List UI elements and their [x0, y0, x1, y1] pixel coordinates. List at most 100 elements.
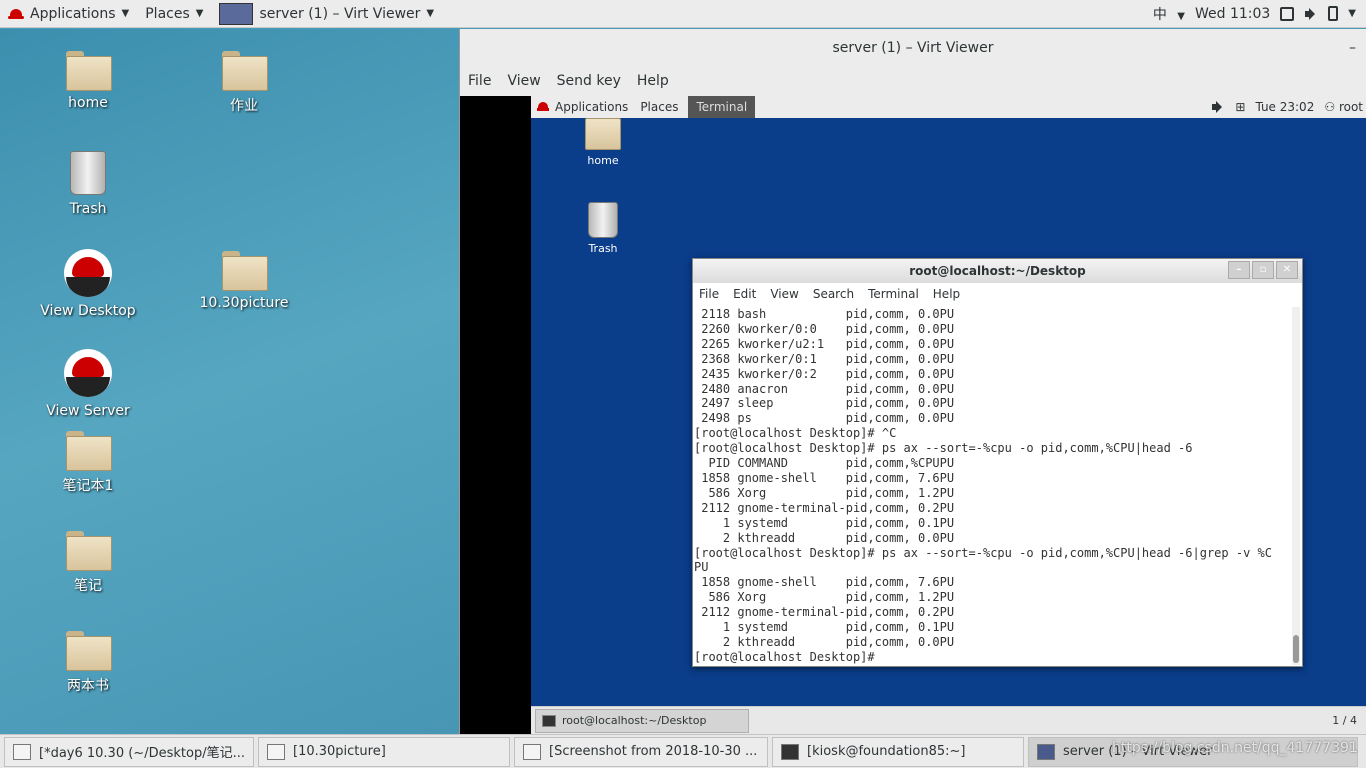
minimize-button[interactable]: – — [1349, 29, 1356, 67]
desktop-icon-notebook1[interactable]: 笔记本1 — [33, 431, 143, 495]
network-icon[interactable]: ⊞ — [1235, 100, 1245, 114]
desktop-icon-label: 笔记 — [74, 578, 102, 594]
volume-icon[interactable] — [1211, 100, 1225, 114]
desktop-icon-notes[interactable]: 笔记 — [33, 531, 143, 595]
guest-places-menu[interactable]: Places — [634, 100, 684, 114]
guest-bottom-panel: root@localhost:~/Desktop 1 / 4 — [531, 706, 1366, 734]
taskbar-item-label: [kiosk@foundation85:~] — [807, 744, 966, 759]
guest-applications-menu[interactable]: Applications — [531, 100, 634, 114]
desktop-icon-1030picture[interactable]: 10.30picture — [189, 251, 299, 311]
guest-taskbar-item-label: root@localhost:~/Desktop — [562, 714, 707, 727]
terminal-line: 2260 kworker/0:0 pid,comm, 0.0PU — [694, 321, 955, 336]
terminal-scrollbar[interactable] — [1292, 307, 1300, 665]
taskbar-item-gedit[interactable]: [*day6 10.30 (~/Desktop/笔记... — [4, 736, 254, 767]
redhat-logo-icon — [537, 101, 549, 113]
terminal-titlebar[interactable]: root@localhost:~/Desktop – ▫ ✕ — [693, 259, 1302, 283]
folder-icon — [222, 51, 268, 91]
chevron-down-icon: ▼ — [426, 8, 435, 19]
input-method-indicator[interactable]: 中 ▼ — [1153, 4, 1185, 24]
top-panel: Applications ▼ Places ▼ server (1) – Vir… — [0, 0, 1366, 28]
guest-clock[interactable]: Tue 23:02 — [1255, 100, 1314, 114]
menubar: File View Send key Help — [460, 67, 1366, 95]
terminal-menu-view[interactable]: View — [770, 287, 798, 301]
terminal-output[interactable]: 2118 bash pid,comm, 0.0PU 2260 kworker/0… — [693, 307, 1291, 667]
volume-icon[interactable] — [1304, 7, 1318, 21]
menu-file[interactable]: File — [468, 73, 491, 89]
guest-terminal-tab[interactable]: Terminal — [688, 96, 756, 118]
menu-send-key[interactable]: Send key — [557, 73, 621, 89]
trash-icon — [70, 151, 106, 195]
applications-label: Applications — [30, 5, 116, 22]
guest-places-label: Places — [640, 100, 679, 114]
guest-user-menu[interactable]: ⚇ root — [1324, 100, 1363, 114]
taskbar-item-label: [Screenshot from 2018-10-30 ... — [549, 744, 758, 759]
guest-icon-label: Trash — [588, 242, 618, 255]
home-folder-icon — [585, 118, 621, 150]
taskbar-item-label: [10.30picture] — [293, 744, 386, 759]
menu-help[interactable]: Help — [637, 73, 669, 89]
terminal-line: 2 kthreadd pid,comm, 0.0PU — [694, 634, 955, 649]
window-titlebar[interactable]: server (1) – Virt Viewer – — [460, 29, 1366, 67]
home-folder-icon — [66, 51, 112, 91]
desktop-icon-label: 两本书 — [67, 678, 109, 694]
terminal-line: [root@localhost Desktop]# ps ax --sort=-… — [694, 441, 1193, 456]
terminal-window[interactable]: root@localhost:~/Desktop – ▫ ✕ File Edit… — [692, 258, 1303, 667]
taskbar-item-screenshot[interactable]: [Screenshot from 2018-10-30 ... — [514, 736, 768, 767]
terminal-line: 1 systemd pid,comm, 0.1PU — [694, 515, 955, 530]
places-label: Places — [145, 5, 190, 22]
active-window-menu[interactable]: server (1) – Virt Viewer ▼ — [211, 0, 442, 28]
desktop-icon-label: home — [68, 95, 108, 111]
guest-workspace-pager[interactable]: 1 / 4 — [1332, 714, 1366, 727]
terminal-line: 2118 bash pid,comm, 0.0PU — [694, 307, 955, 321]
terminal-line: 586 Xorg pid,comm, 1.2PU — [694, 485, 955, 500]
desktop-icon-trash[interactable]: Trash — [33, 151, 143, 217]
system-menu-chevron-icon[interactable]: ▼ — [1348, 8, 1356, 19]
folder-icon — [267, 743, 285, 760]
taskbar-item-label: [*day6 10.30 (~/Desktop/笔记... — [39, 746, 245, 761]
terminal-menu-file[interactable]: File — [699, 287, 719, 301]
menu-view[interactable]: View — [507, 73, 540, 89]
guest-display[interactable]: Applications Places Terminal ⊞ Tue 23:02… — [460, 96, 1366, 734]
taskbar-item-1030picture[interactable]: [10.30picture] — [258, 736, 510, 767]
terminal-line: PU — [694, 560, 709, 575]
battery-icon[interactable] — [1328, 6, 1339, 21]
terminal-line: 2265 kworker/u2:1 pid,comm, 0.0PU — [694, 336, 955, 351]
terminal-line: 2112 gnome-terminal-pid,comm, 0.2PU — [694, 605, 955, 620]
desktop-icon-label: 10.30picture — [199, 295, 289, 311]
terminal-menu-edit[interactable]: Edit — [733, 287, 756, 301]
terminal-menu-help[interactable]: Help — [933, 287, 960, 301]
guest-icon-trash[interactable]: Trash — [563, 202, 643, 255]
user-icon: ⚇ — [1324, 100, 1336, 114]
desktop-icon-homework[interactable]: 作业 — [189, 51, 299, 115]
maximize-button[interactable]: ▫ — [1252, 261, 1274, 279]
close-button[interactable]: ✕ — [1276, 261, 1298, 279]
terminal-menu-search[interactable]: Search — [813, 287, 854, 301]
places-menu[interactable]: Places ▼ — [137, 0, 211, 28]
terminal-line: 2480 anacron pid,comm, 0.0PU — [694, 381, 955, 396]
desktop-icon-label: 笔记本1 — [62, 478, 114, 494]
desktop-icon-view-desktop[interactable]: View Desktop — [33, 249, 143, 319]
applications-menu[interactable]: Applications ▼ — [0, 0, 137, 28]
redhat-icon — [64, 349, 112, 397]
chevron-down-icon: ▼ — [195, 8, 204, 19]
guest-taskbar-item-terminal[interactable]: root@localhost:~/Desktop — [535, 708, 749, 733]
desktop-icon-two-books[interactable]: 两本书 — [33, 631, 143, 695]
desktop-icon-home[interactable]: home — [33, 51, 143, 111]
taskbar-item-kiosk-terminal[interactable]: [kiosk@foundation85:~] — [772, 736, 1024, 767]
terminal-line: 1 systemd pid,comm, 0.1PU — [694, 620, 955, 635]
guest-screen[interactable]: Applications Places Terminal ⊞ Tue 23:02… — [531, 96, 1366, 734]
clock[interactable]: Wed 11:03 — [1195, 6, 1270, 22]
minimize-button[interactable]: – — [1228, 261, 1250, 279]
terminal-line: 2498 ps pid,comm, 0.0PU — [694, 411, 955, 426]
desktop-icon-view-server[interactable]: View Server — [33, 349, 143, 419]
terminal-icon — [542, 714, 556, 727]
terminal-menu-terminal[interactable]: Terminal — [868, 287, 919, 301]
terminal-icon — [781, 743, 799, 760]
redhat-logo-icon — [8, 7, 24, 21]
window-icon[interactable] — [1280, 6, 1295, 21]
guest-icon-home[interactable]: home — [563, 118, 643, 167]
trash-icon — [588, 202, 618, 238]
folder-icon — [66, 631, 112, 671]
terminal-line: [root@localhost Desktop]# ps ax --sort=-… — [694, 545, 1272, 560]
desktop-icon-label: Trash — [69, 201, 107, 217]
